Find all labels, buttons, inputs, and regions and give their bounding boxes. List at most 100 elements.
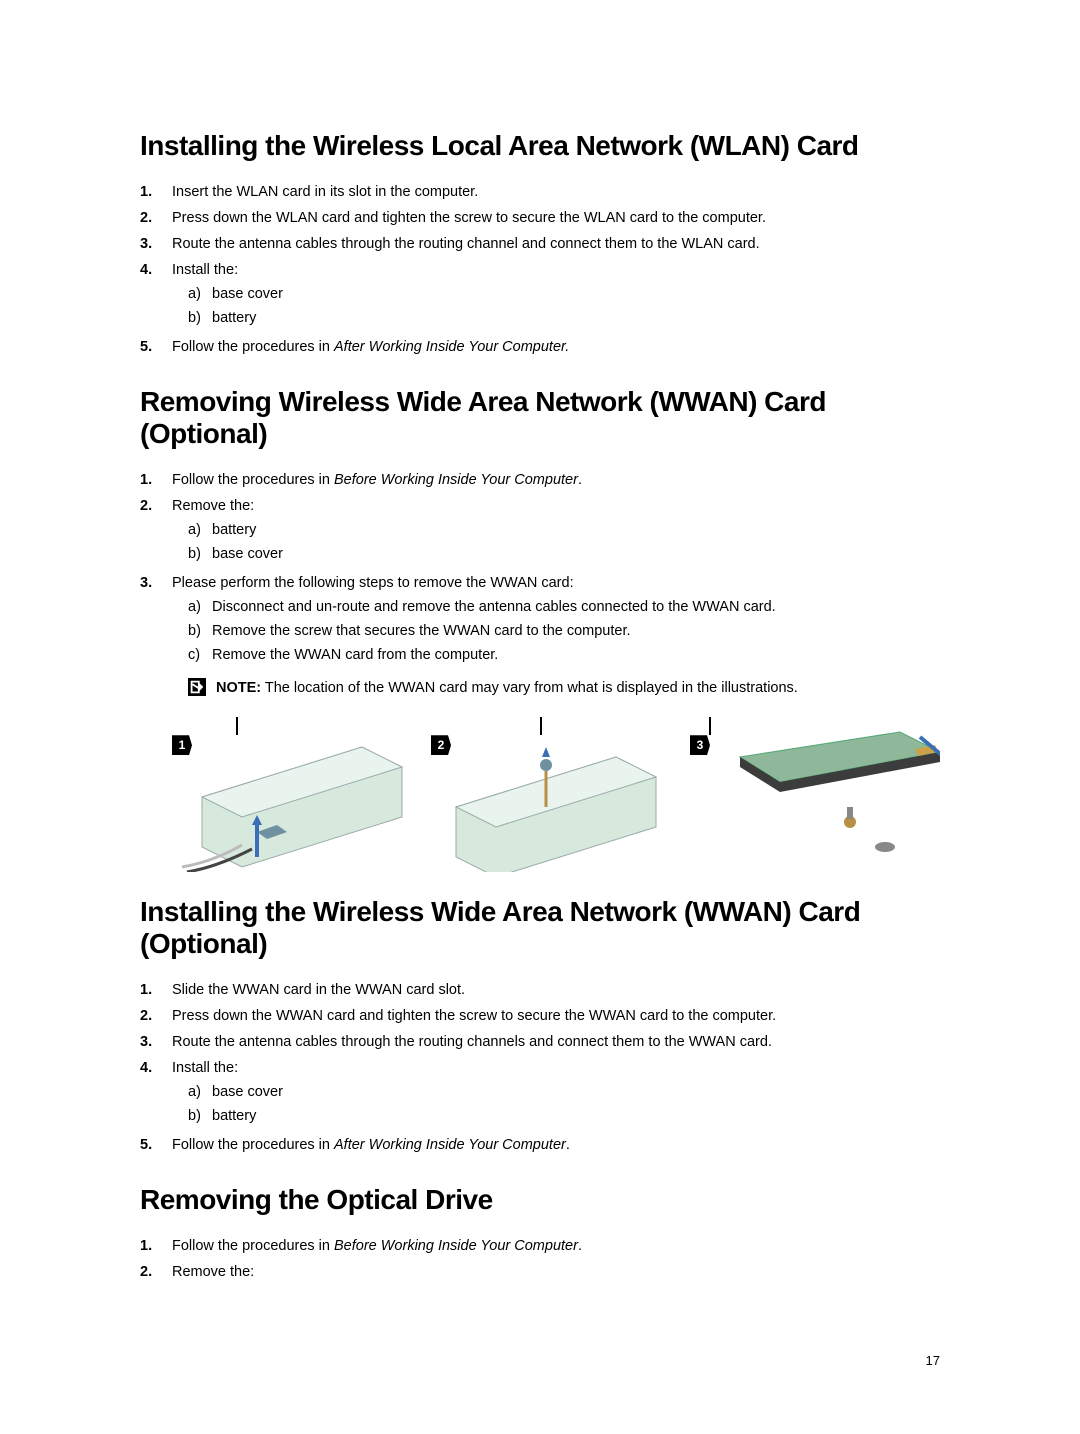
step-number: 1. xyxy=(140,470,172,491)
list-item: a)base cover xyxy=(188,284,940,305)
page-number: 17 xyxy=(926,1353,940,1368)
substep-mark: c) xyxy=(188,645,212,666)
step-text: Insert the WLAN card in its slot in the … xyxy=(172,182,940,203)
step-prefix: Follow the procedures in xyxy=(172,1238,334,1254)
step-suffix: . xyxy=(566,1137,570,1153)
step-suffix: . xyxy=(578,1238,582,1254)
wwan-card-illustration-2 xyxy=(431,717,681,872)
list-item: 2. Remove the: xyxy=(140,1262,940,1283)
list-item: 4. Install the: a)base cover b)battery xyxy=(140,1058,940,1130)
list-item: 1. Slide the WWAN card in the WWAN card … xyxy=(140,980,940,1001)
substeps: a)base cover b)battery xyxy=(188,284,940,329)
step-text: Follow the procedures in After Working I… xyxy=(172,337,940,358)
substeps: a)Disconnect and un-route and remove the… xyxy=(188,597,940,666)
step-lead: Install the: xyxy=(172,262,238,278)
figure-row: 1 2 xyxy=(172,717,940,872)
steps-install-wwan: 1. Slide the WWAN card in the WWAN card … xyxy=(140,980,940,1156)
list-item: 2. Press down the WWAN card and tighten … xyxy=(140,1006,940,1027)
substep-mark: a) xyxy=(188,1082,212,1103)
wwan-card-illustration-1 xyxy=(172,717,422,872)
step-text: Route the antenna cables through the rou… xyxy=(172,234,940,255)
list-item: b)base cover xyxy=(188,544,940,565)
substeps: a)base cover b)battery xyxy=(188,1082,940,1127)
step-text: Route the antenna cables through the rou… xyxy=(172,1032,940,1053)
step-number: 2. xyxy=(140,496,172,568)
note-text: NOTE: The location of the WWAN card may … xyxy=(216,678,798,699)
substep-text: base cover xyxy=(212,284,283,305)
step-number: 2. xyxy=(140,1006,172,1027)
list-item: 3. Route the antenna cables through the … xyxy=(140,1032,940,1053)
step-number: 2. xyxy=(140,1262,172,1283)
step-number: 5. xyxy=(140,337,172,358)
list-item: 4. Install the: a)base cover b)battery xyxy=(140,260,940,332)
list-item: 5. Follow the procedures in After Workin… xyxy=(140,337,940,358)
list-item: a)battery xyxy=(188,520,940,541)
substep-mark: a) xyxy=(188,284,212,305)
step-text: Slide the WWAN card in the WWAN card slo… xyxy=(172,980,940,1001)
step-number: 4. xyxy=(140,1058,172,1130)
step-text: Follow the procedures in Before Working … xyxy=(172,470,940,491)
substep-mark: b) xyxy=(188,544,212,565)
substep-text: base cover xyxy=(212,1082,283,1103)
callout-badge: 1 xyxy=(172,735,192,755)
step-prefix: Follow the procedures in xyxy=(172,1137,334,1153)
step-number: 4. xyxy=(140,260,172,332)
list-item: 1. Follow the procedures in Before Worki… xyxy=(140,1236,940,1257)
substep-mark: a) xyxy=(188,520,212,541)
step-number: 1. xyxy=(140,1236,172,1257)
step-number: 1. xyxy=(140,980,172,1001)
step-lead: Install the: xyxy=(172,1060,238,1076)
wwan-card-illustration-3 xyxy=(690,717,940,872)
step-number: 5. xyxy=(140,1135,172,1156)
list-item: a)Disconnect and un-route and remove the… xyxy=(188,597,940,618)
list-item: a)base cover xyxy=(188,1082,940,1103)
document-page: Installing the Wireless Local Area Netwo… xyxy=(0,0,1080,1434)
list-item: c)Remove the WWAN card from the computer… xyxy=(188,645,940,666)
substep-mark: b) xyxy=(188,308,212,329)
step-suffix: . xyxy=(578,472,582,488)
step-text: Press down the WWAN card and tighten the… xyxy=(172,1006,940,1027)
heading-install-wwan: Installing the Wireless Wide Area Networ… xyxy=(140,896,940,960)
note-label: NOTE: xyxy=(216,680,261,696)
step-text: Please perform the following steps to re… xyxy=(172,573,940,699)
step-text: Install the: a)base cover b)battery xyxy=(172,260,940,332)
callout-badge: 2 xyxy=(431,735,451,755)
step-italic: Before Working Inside Your Computer xyxy=(334,472,578,488)
list-item: 1. Insert the WLAN card in its slot in t… xyxy=(140,182,940,203)
step-text: Install the: a)base cover b)battery xyxy=(172,1058,940,1130)
step-prefix: Follow the procedures in xyxy=(172,339,334,355)
list-item: 1. Follow the procedures in Before Worki… xyxy=(140,470,940,491)
substep-mark: a) xyxy=(188,597,212,618)
note-icon xyxy=(188,678,206,696)
steps-remove-optical: 1. Follow the procedures in Before Worki… xyxy=(140,1236,940,1283)
step-text: Follow the procedures in After Working I… xyxy=(172,1135,940,1156)
figure-panel-1: 1 xyxy=(172,717,422,872)
figure-panel-2: 2 xyxy=(431,717,681,872)
list-item: b)battery xyxy=(188,1106,940,1127)
figure-panel-3: 3 xyxy=(690,717,940,872)
substep-text: battery xyxy=(212,308,256,329)
list-item: 2. Press down the WLAN card and tighten … xyxy=(140,208,940,229)
heading-remove-optical: Removing the Optical Drive xyxy=(140,1184,940,1216)
list-item: 2. Remove the: a)battery b)base cover xyxy=(140,496,940,568)
step-italic: After Working Inside Your Computer xyxy=(334,1137,566,1153)
step-text: Press down the WLAN card and tighten the… xyxy=(172,208,940,229)
steps-remove-wwan: 1. Follow the procedures in Before Worki… xyxy=(140,470,940,699)
heading-remove-wwan: Removing Wireless Wide Area Network (WWA… xyxy=(140,386,940,450)
step-number: 1. xyxy=(140,182,172,203)
substep-mark: b) xyxy=(188,621,212,642)
substep-text: Disconnect and un-route and remove the a… xyxy=(212,597,776,618)
list-item: b)battery xyxy=(188,308,940,329)
step-italic: Before Working Inside Your Computer xyxy=(334,1238,578,1254)
step-lead: Remove the: xyxy=(172,498,254,514)
step-number: 3. xyxy=(140,234,172,255)
substep-text: battery xyxy=(212,1106,256,1127)
substep-text: Remove the WWAN card from the computer. xyxy=(212,645,498,666)
substep-text: Remove the screw that secures the WWAN c… xyxy=(212,621,631,642)
list-item: b)Remove the screw that secures the WWAN… xyxy=(188,621,940,642)
step-italic: After Working Inside Your Computer. xyxy=(334,339,569,355)
steps-install-wlan: 1. Insert the WLAN card in its slot in t… xyxy=(140,182,940,358)
list-item: 5. Follow the procedures in After Workin… xyxy=(140,1135,940,1156)
step-prefix: Follow the procedures in xyxy=(172,472,334,488)
substep-text: base cover xyxy=(212,544,283,565)
